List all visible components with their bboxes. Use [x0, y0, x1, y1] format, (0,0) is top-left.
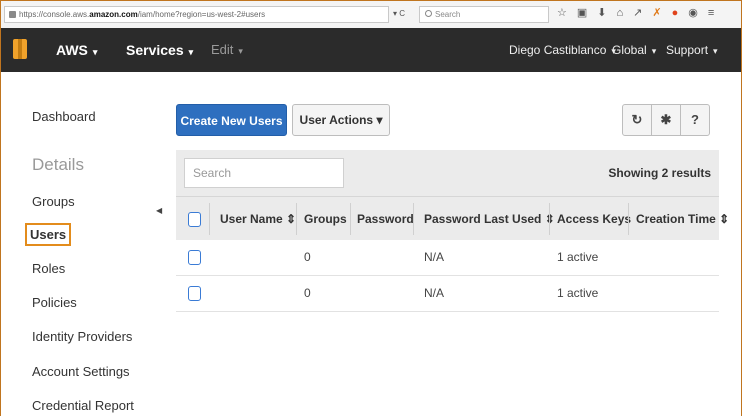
edit-menu[interactable]: Edit ▾	[211, 28, 243, 73]
account-menu[interactable]: Diego Castiblanco ▾	[509, 28, 616, 73]
users-main: Create New Users User Actions ▾ ↻ ✱ ? Se…	[161, 72, 741, 416]
sidebar-item-credential-report[interactable]: Credential Report	[32, 398, 134, 413]
lock-icon	[9, 11, 16, 18]
cell-access-keys: 1 active	[557, 286, 599, 300]
reload-button[interactable]: ▾ C	[393, 6, 405, 21]
arrow-icon[interactable]: ↗	[633, 6, 642, 21]
column-divider	[350, 203, 351, 235]
cell-groups: 0	[304, 250, 311, 264]
table-search-input[interactable]: Search	[184, 158, 344, 188]
edit-menu-label: Edit	[211, 42, 234, 57]
adblock-icon[interactable]: ●	[672, 6, 679, 21]
column-user-name[interactable]: User Name ⇕	[220, 197, 296, 241]
column-access-keys: Access Keys	[557, 212, 632, 226]
table-row[interactable]: 0 N/A 1 active	[176, 240, 719, 276]
sidebar-item-groups[interactable]: Groups	[32, 194, 75, 209]
sidebar-item-users[interactable]: Users	[25, 223, 72, 246]
column-divider	[413, 203, 414, 235]
aws-menu[interactable]: AWS ▾	[56, 28, 97, 74]
services-menu-label: Services	[126, 42, 184, 58]
url-prefix: https://console.aws.	[19, 10, 90, 19]
download-icon[interactable]: ⬇	[597, 6, 606, 21]
region-menu[interactable]: Global ▾	[612, 28, 656, 73]
browser-icons: ☆ ▣ ⬇ ⌂ ↗ ✗ ● ◉ ≡	[557, 6, 714, 21]
results-count: Showing 2 results	[608, 166, 711, 180]
sidebar-item-identity-providers[interactable]: Identity Providers	[32, 329, 132, 344]
cell-access-keys: 1 active	[557, 250, 599, 264]
app-frame: https://console.aws.amazon.com/iam/home?…	[0, 0, 742, 416]
services-menu[interactable]: Services ▾	[126, 28, 193, 74]
aws-cube-icon[interactable]	[13, 39, 27, 59]
address-bar[interactable]: https://console.aws.amazon.com/iam/home?…	[4, 6, 389, 23]
user-actions-button[interactable]: User Actions ▾	[292, 104, 390, 136]
menu-icon[interactable]: ≡	[708, 6, 714, 21]
url-domain: amazon.com	[89, 10, 138, 19]
browser-toolbar: https://console.aws.amazon.com/iam/home?…	[1, 1, 741, 29]
pocket-icon[interactable]: ◉	[688, 6, 698, 21]
column-divider	[209, 203, 210, 235]
cell-password-last-used: N/A	[424, 250, 445, 264]
extension-icon[interactable]: ✗	[652, 6, 661, 21]
gear-icon[interactable]: ✱	[651, 104, 681, 136]
chevron-down-icon: ▾	[92, 47, 98, 57]
chevron-down-icon: ▾	[188, 47, 194, 57]
sidebar-item-dashboard[interactable]: Dashboard	[32, 109, 96, 124]
support-label: Support	[666, 43, 709, 57]
column-divider	[296, 203, 297, 235]
column-creation-time[interactable]: Creation Time ⇕	[636, 197, 729, 241]
table-row[interactable]: 0 N/A 1 active	[176, 276, 719, 312]
browser-search-placeholder: Search	[435, 10, 461, 19]
iam-sidebar: Dashboard Details Groups Users Roles Pol…	[1, 72, 162, 416]
url-path: /iam/home?region=us-west-2#users	[137, 10, 266, 19]
sidebar-item-account-settings[interactable]: Account Settings	[32, 364, 130, 379]
cell-groups: 0	[304, 286, 311, 300]
create-new-users-button[interactable]: Create New Users	[176, 104, 287, 136]
aws-navbar: AWS ▾ Services ▾ Edit ▾ Diego Castiblanco ▾ …	[1, 28, 741, 72]
sidebar-item-roles[interactable]: Roles	[32, 261, 65, 276]
chevron-down-icon: ▾	[651, 46, 657, 56]
row-checkbox[interactable]	[188, 250, 201, 265]
search-icon	[425, 10, 432, 17]
account-name: Diego Castiblanco	[509, 43, 607, 57]
support-menu[interactable]: Support ▾	[666, 28, 718, 73]
home-icon[interactable]: ⌂	[617, 6, 624, 21]
cell-password-last-used: N/A	[424, 286, 445, 300]
column-divider	[628, 203, 629, 235]
column-divider	[549, 203, 550, 235]
row-checkbox[interactable]	[188, 286, 201, 301]
sidebar-details-heading: Details	[32, 155, 84, 174]
table-filter-bar: Search Showing 2 results	[176, 150, 719, 196]
star-icon[interactable]: ☆	[557, 6, 567, 21]
refresh-icon[interactable]: ↻	[622, 104, 652, 136]
chevron-down-icon: ▾	[713, 46, 718, 56]
aws-menu-label: AWS	[56, 42, 88, 58]
table-header: User Name ⇕ Groups Password Password Las…	[176, 196, 729, 241]
region-label: Global	[612, 43, 647, 57]
users-table: Search Showing 2 results User Name ⇕ Gro…	[176, 150, 729, 336]
browser-search-input[interactable]: Search	[419, 6, 549, 23]
sidebar-item-policies[interactable]: Policies	[32, 295, 77, 310]
table-search-placeholder: Search	[193, 166, 232, 180]
help-icon[interactable]: ?	[680, 104, 710, 136]
column-groups: Groups	[304, 212, 347, 226]
column-password-last-used[interactable]: Password Last Used ⇕	[424, 197, 555, 241]
chevron-down-icon: ▾	[238, 46, 243, 56]
select-all-checkbox[interactable]	[188, 212, 201, 227]
column-password: Password	[357, 212, 414, 226]
clipboard-icon[interactable]: ▣	[577, 6, 587, 21]
